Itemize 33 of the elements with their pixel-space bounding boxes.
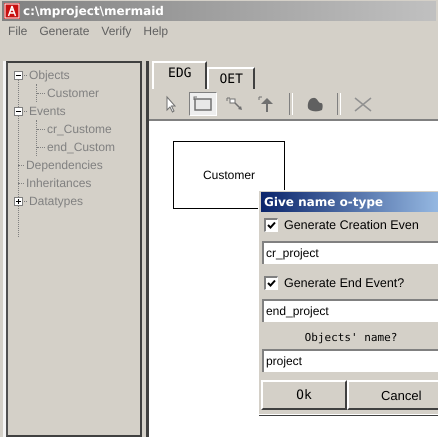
- tree-item[interactable]: end_Custom: [47, 140, 116, 154]
- input-field[interactable]: end_project: [262, 299, 438, 322]
- checkbox-label: Generate Creation Even: [284, 218, 419, 232]
- expand-icon[interactable]: [14, 196, 23, 206]
- window-title: c:\mproject\mermaid: [23, 4, 164, 18]
- tool-button[interactable]: [189, 92, 217, 116]
- tab[interactable]: OET: [207, 67, 255, 89]
- menu-item[interactable]: Generate: [39, 24, 90, 38]
- tree-item[interactable]: Datatypes: [29, 194, 84, 208]
- collapse-icon[interactable]: [14, 70, 23, 80]
- input-field[interactable]: cr_project: [262, 241, 438, 264]
- tower-icon: [4, 3, 20, 19]
- ok-button[interactable]: Ok: [261, 380, 347, 410]
- tree-item[interactable]: cr_Custome: [47, 122, 112, 136]
- input-field[interactable]: project: [262, 349, 438, 372]
- field-label: Objects' name?: [304, 330, 398, 344]
- checkbox-label: Generate End Event?: [284, 276, 404, 290]
- tab[interactable]: EDG: [152, 61, 208, 89]
- menu-item[interactable]: File: [8, 24, 28, 38]
- node-label: Customer: [202, 168, 255, 182]
- checkbox[interactable]: [264, 276, 278, 290]
- tree-item[interactable]: Dependencies: [26, 158, 103, 172]
- rectangle-icon: [192, 94, 214, 114]
- dialog-title: Give name o-type: [261, 192, 438, 212]
- cancel-button[interactable]: Cancel: [347, 380, 438, 410]
- tree-item[interactable]: Objects: [29, 68, 70, 82]
- menu-item[interactable]: Help: [143, 24, 168, 38]
- tree-item[interactable]: Events: [29, 104, 66, 118]
- collapse-icon[interactable]: [14, 106, 23, 116]
- tree-item[interactable]: Inheritances: [26, 176, 92, 190]
- tree-item[interactable]: Customer: [47, 86, 100, 100]
- menu-item[interactable]: Verify: [101, 24, 132, 38]
- checkbox[interactable]: [264, 218, 278, 232]
